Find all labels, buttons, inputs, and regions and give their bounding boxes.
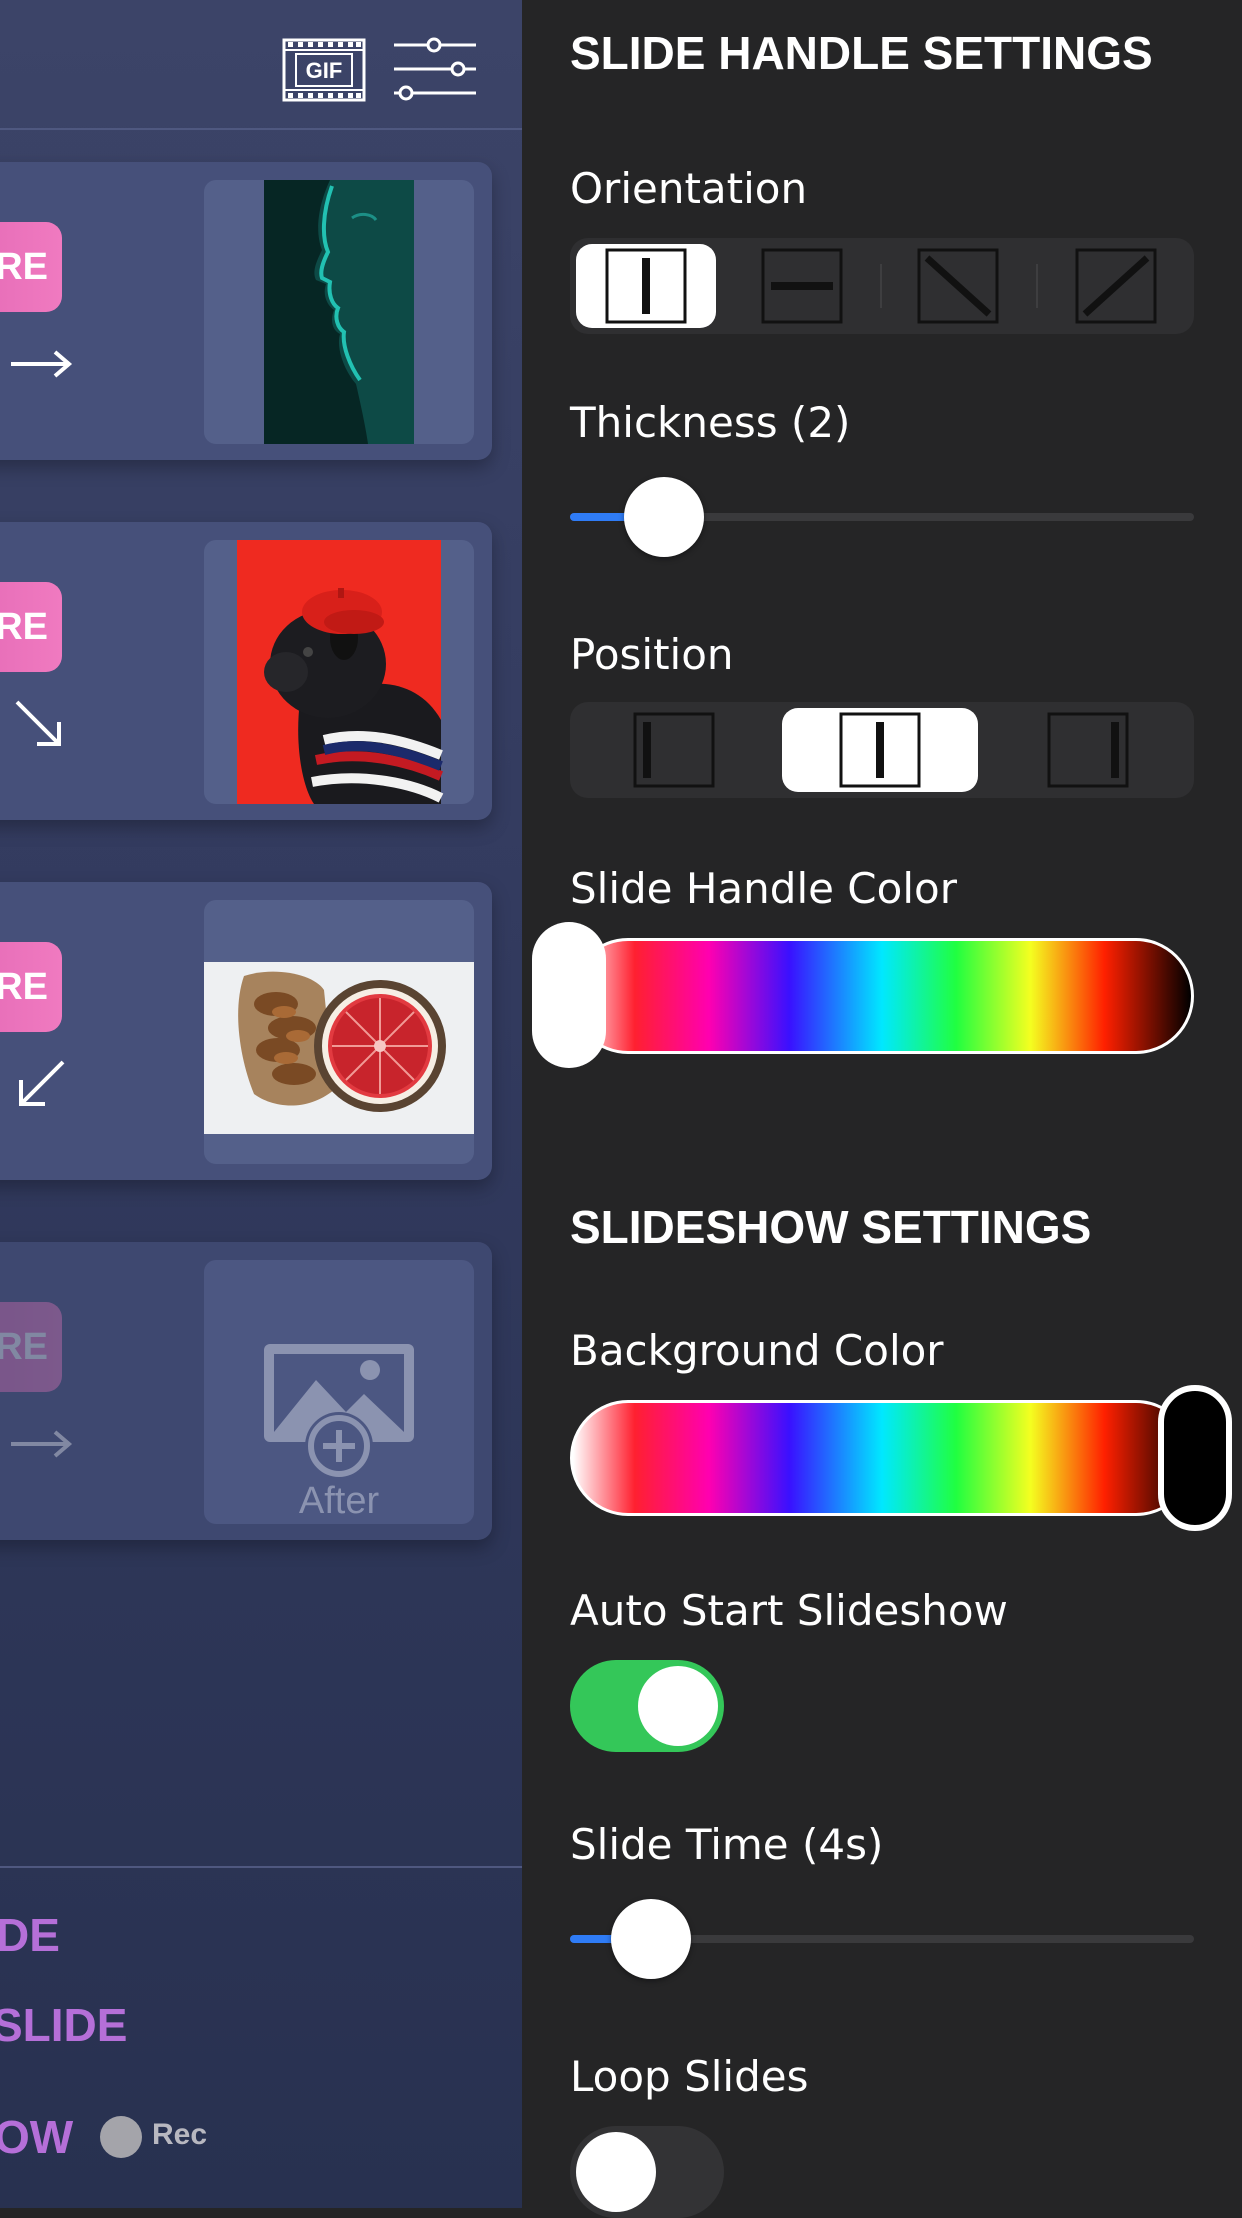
handle-center-icon [839, 712, 921, 788]
portrait-teal-face-image [264, 180, 414, 444]
gif-film-icon[interactable]: GIF [282, 38, 366, 102]
slide-thumbnail[interactable] [204, 900, 474, 1164]
orientation-vertical-option[interactable] [576, 244, 716, 328]
auto-start-label: Auto Start Slideshow [570, 1586, 1008, 1635]
position-segmented-control [570, 702, 1194, 798]
slide-handle-settings-header: SLIDE HANDLE SETTINGS [570, 27, 1153, 79]
handle-right-icon [1047, 712, 1129, 788]
auto-start-toggle[interactable] [570, 1660, 724, 1752]
slide-time-label: Slide Time (4s) [570, 1820, 884, 1869]
arrow-right-icon[interactable] [5, 334, 77, 394]
background-color-label: Background Color [570, 1326, 944, 1375]
compare-pill[interactable]: RE [0, 942, 62, 1032]
slide-time-slider-knob[interactable] [611, 1899, 692, 1979]
diagonal-down-icon [917, 248, 999, 324]
menu-item-2[interactable]: SLIDE [0, 1998, 127, 2052]
orientation-diagonal-down-option[interactable] [888, 244, 1028, 328]
handle-left-icon [633, 712, 715, 788]
slide-card-4[interactable]: RE After [0, 1242, 492, 1540]
diagonal-up-icon [1075, 248, 1157, 324]
position-label: Position [570, 630, 734, 679]
slide-thumbnail[interactable] [204, 540, 474, 804]
after-placeholder-label: After [298, 1480, 380, 1522]
segment-separator [1036, 264, 1038, 308]
orientation-diagonal-up-option[interactable] [1046, 244, 1186, 328]
slide-thumbnail[interactable] [204, 180, 474, 444]
menu-item-1[interactable]: DE [0, 1908, 60, 1962]
record-icon[interactable] [100, 2116, 142, 2158]
loop-slides-toggle[interactable] [570, 2126, 724, 2218]
menu-item-3[interactable]: OW [0, 2110, 73, 2164]
compare-pill[interactable]: RE [0, 222, 62, 312]
position-center-option[interactable] [782, 708, 978, 792]
slides-panel: GIF RE RE RE RE After DE SLIDE OW Rec [0, 0, 522, 2208]
gif-label: GIF [306, 58, 343, 83]
slide-card-2[interactable]: RE [0, 522, 492, 820]
background-color-picker[interactable] [570, 1400, 1194, 1516]
toolbar-divider [0, 128, 522, 130]
slide-handle-color-thumb[interactable] [532, 922, 606, 1068]
slide-handle-color-label: Slide Handle Color [570, 864, 957, 913]
sliders-icon[interactable] [392, 36, 478, 102]
thickness-slider-knob[interactable] [623, 477, 704, 557]
menu-divider [0, 1866, 522, 1868]
thickness-label: Thickness (2) [570, 398, 851, 447]
slide-card-3[interactable]: RE [0, 882, 492, 1180]
add-image-icon [264, 1344, 414, 1480]
vertical-line-icon [605, 248, 687, 324]
toggle-knob [576, 2132, 656, 2212]
arrow-down-left-icon[interactable] [5, 1054, 77, 1114]
rec-label[interactable]: Rec [152, 2118, 207, 2152]
slide-card-1[interactable]: RE [0, 162, 492, 460]
arrow-down-right-icon[interactable] [5, 694, 77, 754]
loop-slides-label: Loop Slides [570, 2052, 809, 2101]
compare-pill[interactable]: RE [0, 1302, 62, 1392]
segment-separator [880, 264, 882, 308]
background-color-thumb[interactable] [1158, 1385, 1232, 1531]
slideshow-settings-header: SLIDESHOW SETTINGS [570, 1201, 1092, 1253]
position-left-option[interactable] [576, 708, 772, 792]
arrow-right-icon[interactable] [5, 1414, 77, 1474]
settings-panel: SLIDE HANDLE SETTINGS Orientation Thickn… [522, 0, 1242, 2218]
orientation-label: Orientation [570, 164, 808, 213]
compare-pill[interactable]: RE [0, 582, 62, 672]
add-after-image-slot[interactable]: After [204, 1260, 474, 1524]
orientation-horizontal-option[interactable] [732, 244, 872, 328]
orientation-segmented-control [570, 238, 1194, 334]
position-right-option[interactable] [990, 708, 1186, 792]
slide-handle-color-picker[interactable] [570, 938, 1194, 1054]
pug-red-beret-image [237, 540, 444, 804]
horizontal-line-icon [761, 248, 843, 324]
pastry-grapefruit-image [204, 962, 474, 1134]
toggle-knob [638, 1666, 718, 1746]
